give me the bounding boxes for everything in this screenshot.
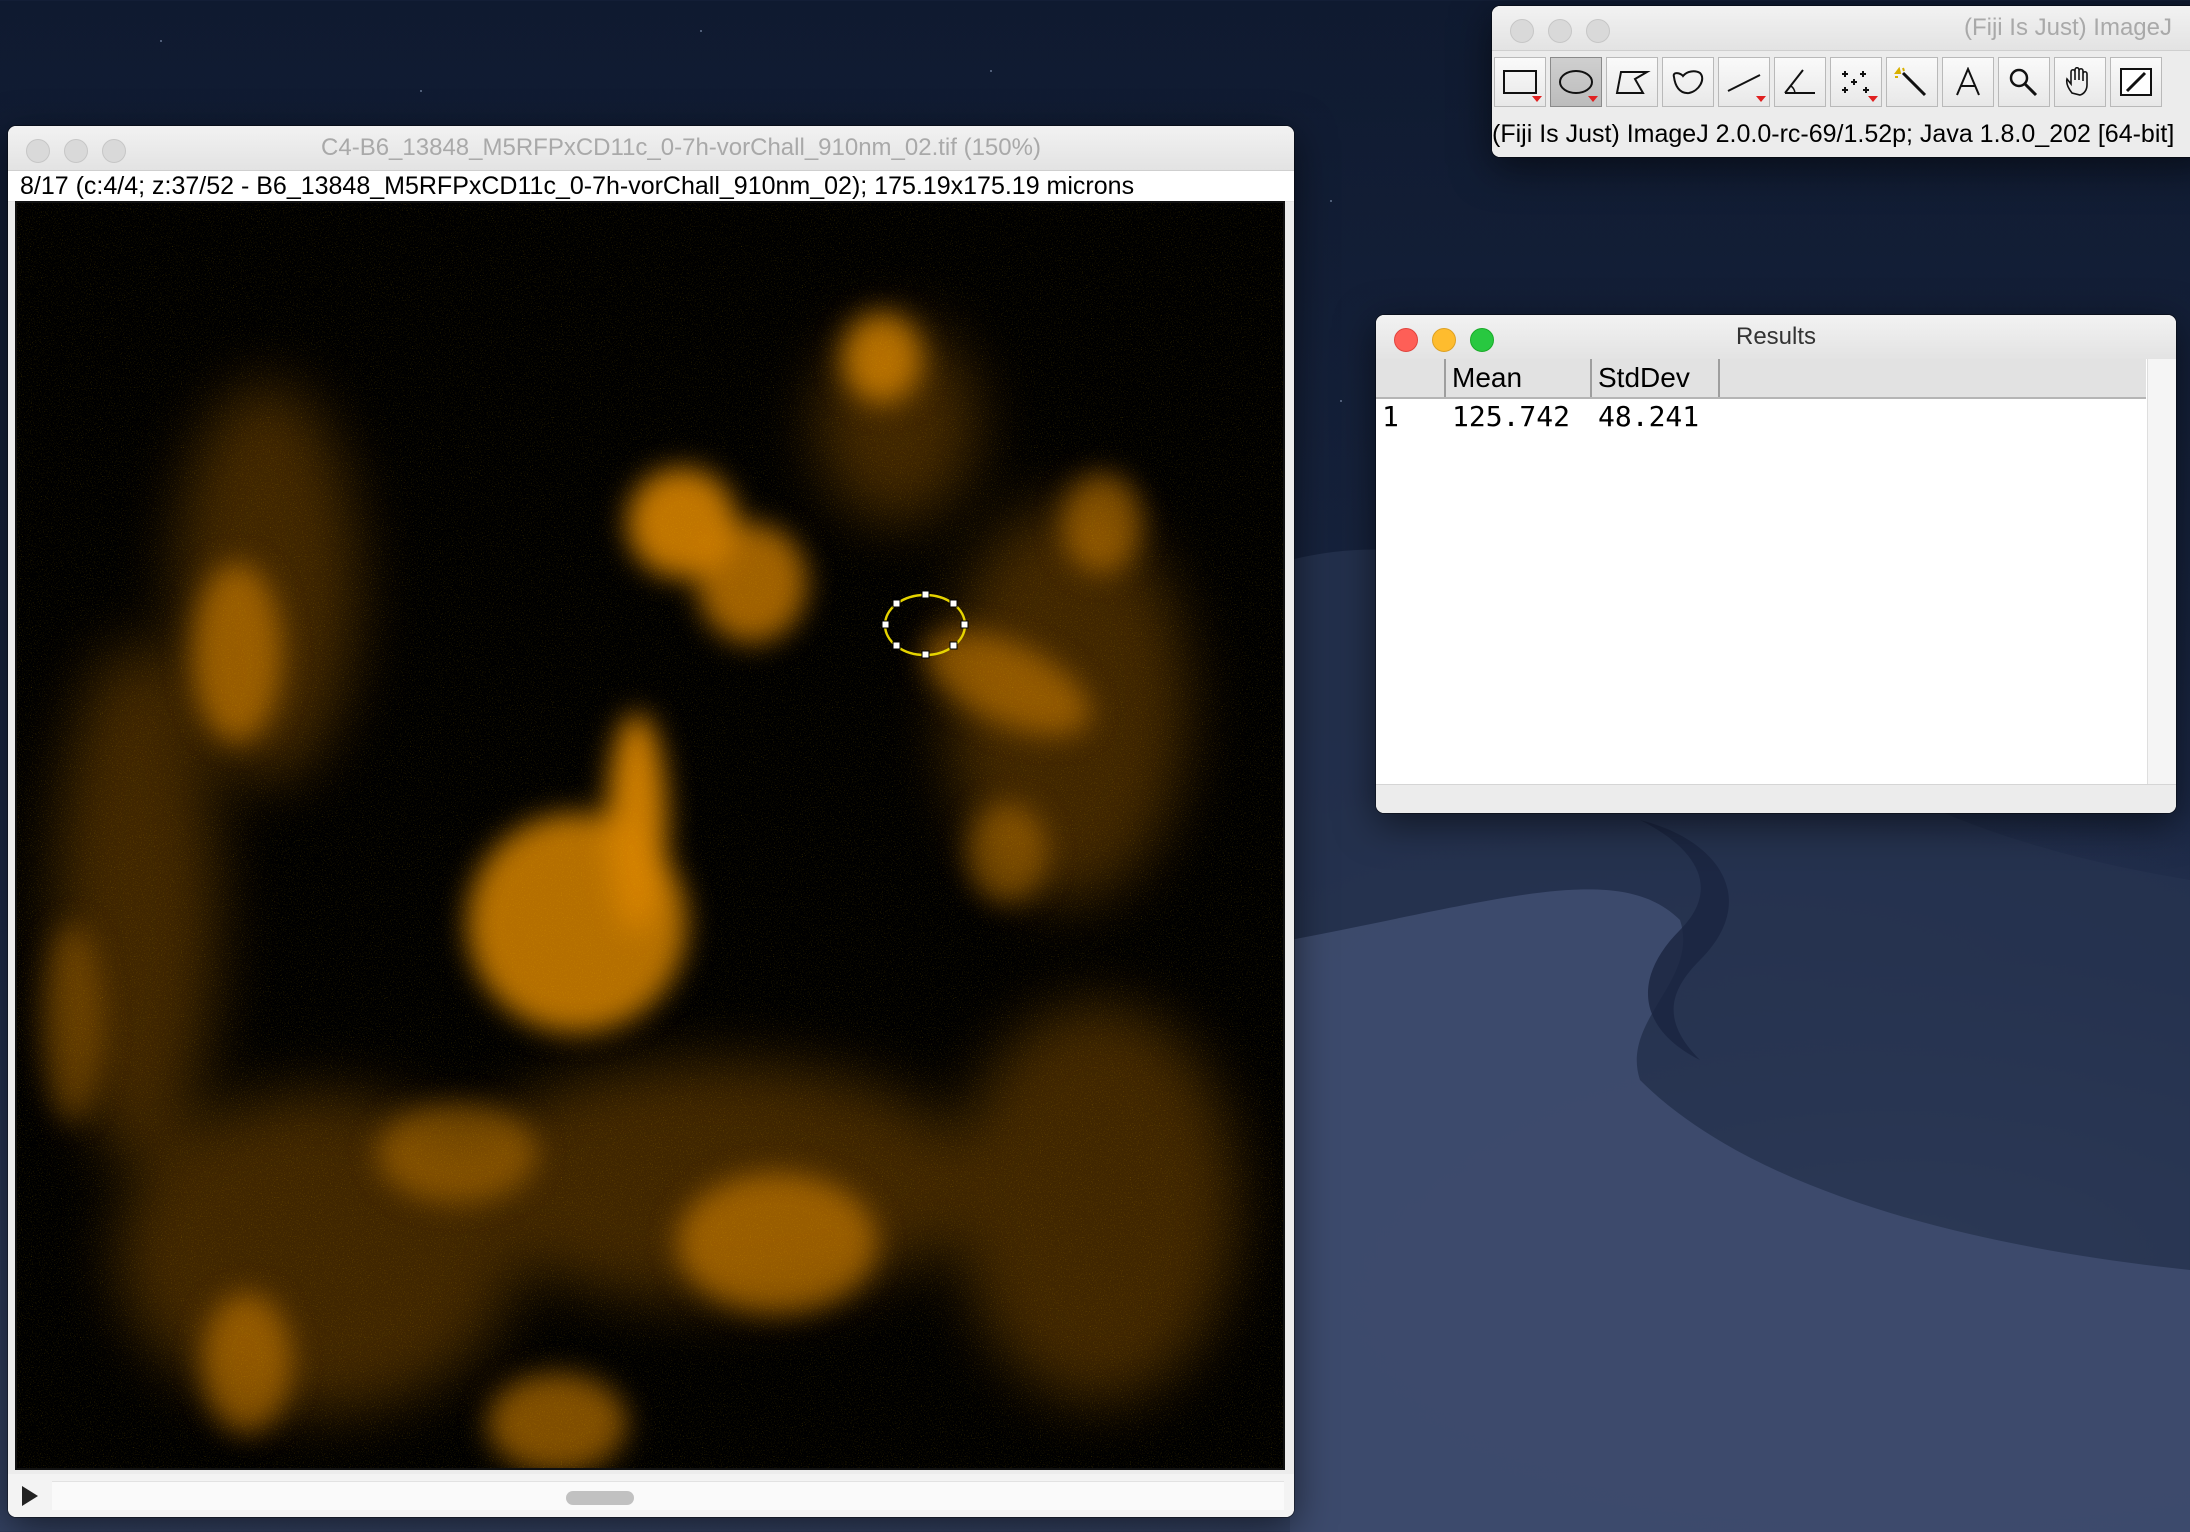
magnifier-tool-icon (2009, 68, 2038, 97)
star (700, 30, 702, 32)
magnifier-tool-button[interactable] (1998, 57, 2050, 107)
row-index: 1 (1382, 400, 1399, 433)
tool-bar (1492, 51, 2190, 109)
freehand-tool-button[interactable] (1662, 57, 1714, 107)
polygon-tool-icon (1615, 71, 1651, 94)
play-animation-button[interactable] (22, 1486, 38, 1506)
window-title: C4-B6_13848_M5RFPxCD11c_0-7h-vorChall_91… (321, 134, 1041, 161)
results-titlebar[interactable]: Results (1376, 315, 2176, 360)
zoom-button[interactable] (1586, 19, 1610, 43)
column-header-mean[interactable]: Mean (1446, 359, 1592, 397)
results-table[interactable]: Mean StdDev 1 125.742 48.241 (1376, 359, 2176, 785)
oval-tool-button[interactable] (1550, 57, 1602, 107)
vertical-scrollbar[interactable] (2147, 359, 2176, 785)
image-info-line: 8/17 (c:4/4; z:37/52 - B6_13848_M5RFPxCD… (8, 171, 1294, 202)
microscopy-image[interactable] (17, 203, 1283, 1468)
imagej-titlebar[interactable]: (Fiji Is Just) ImageJ (1492, 6, 2190, 51)
star (1340, 400, 1342, 402)
image-titlebar[interactable]: C4-B6_13848_M5RFPxCD11c_0-7h-vorChall_91… (8, 126, 1294, 171)
angle-tool-button[interactable] (1774, 57, 1826, 107)
wand-tool-button[interactable] (1886, 57, 1938, 107)
point-tool-button[interactable] (1830, 57, 1882, 107)
text-tool-button[interactable] (1942, 57, 1994, 107)
stddev-value: 48.241 (1598, 400, 1700, 433)
point-tool-icon (1842, 71, 1869, 93)
results-window: Results Mean StdDev 1 125.742 48.241 (1376, 315, 2176, 813)
stack-slider-area (8, 1474, 1294, 1517)
horizontal-scrollbar[interactable] (1376, 784, 2176, 813)
dropper-tool-button[interactable] (2110, 57, 2162, 107)
status-bar: (Fiji Is Just) ImageJ 2.0.0-rc-69/1.52p;… (1492, 109, 2190, 157)
hand-tool-icon (2065, 67, 2088, 96)
line-tool-button[interactable] (1718, 57, 1770, 107)
rectangle-tool-button[interactable] (1494, 57, 1546, 107)
angle-tool-icon (1784, 69, 1815, 94)
oval-tool-icon (1559, 70, 1593, 94)
table-row[interactable]: 1 125.742 48.241 (1376, 399, 1720, 435)
column-header-index[interactable] (1376, 359, 1446, 397)
image-window: C4-B6_13848_M5RFPxCD11c_0-7h-vorChall_91… (8, 126, 1294, 1517)
freehand-tool-icon (1672, 70, 1704, 95)
line-tool-icon (1727, 74, 1761, 92)
minimize-button[interactable] (1548, 19, 1572, 43)
column-header-stddev[interactable]: StdDev (1592, 359, 1720, 397)
close-button[interactable] (1510, 19, 1534, 43)
text-tool-icon (1956, 67, 1980, 96)
star (420, 90, 422, 92)
star (1330, 200, 1332, 202)
star (160, 40, 162, 42)
table-header: Mean StdDev (1376, 359, 2146, 399)
window-title: Results (1735, 323, 1817, 350)
scrollbar-thumb[interactable] (566, 1491, 634, 1505)
imagej-main-window: (Fiji Is Just) ImageJ (Fiji Is Just) Ima… (1492, 6, 2190, 157)
star (990, 70, 992, 72)
mean-value: 125.742 (1452, 400, 1571, 433)
wand-tool-icon (1894, 67, 1927, 97)
polygon-tool-button[interactable] (1606, 57, 1658, 107)
stack-scrollbar[interactable] (52, 1481, 1284, 1510)
image-canvas[interactable] (15, 201, 1285, 1470)
rectangle-tool-icon (1503, 70, 1537, 94)
dropper-tool-icon (2120, 68, 2152, 96)
hand-tool-button[interactable] (2054, 57, 2106, 107)
window-title: (Fiji Is Just) ImageJ (1963, 14, 2172, 41)
